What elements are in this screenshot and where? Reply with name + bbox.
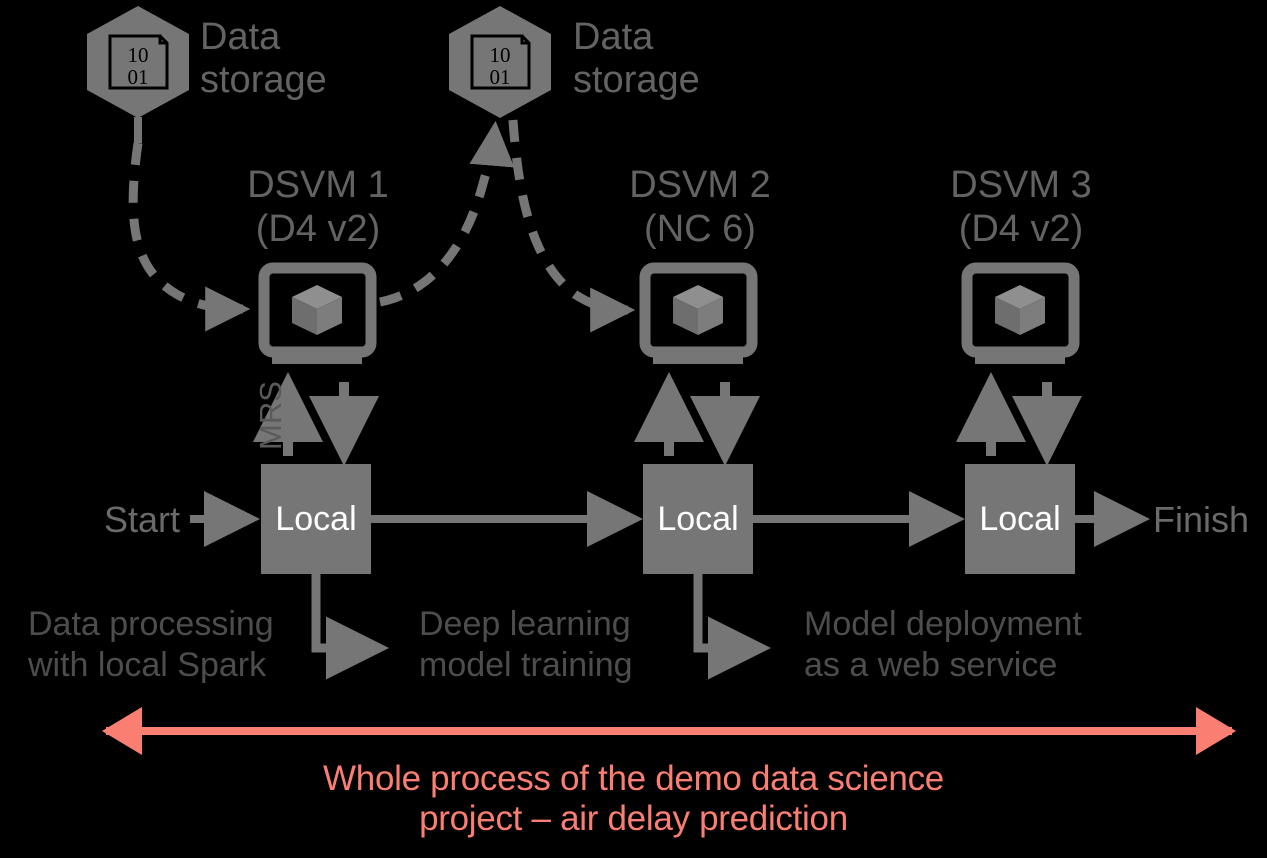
vm-local-arrows-3 — [956, 372, 1082, 466]
dsvm-2-name: DSVM 2 — [629, 164, 771, 206]
storage-label-1: Data storage — [200, 16, 327, 102]
vm-local-arrows-2 — [634, 372, 760, 466]
svg-text:01: 01 — [490, 65, 511, 89]
monitor-cube-icon-1 — [258, 262, 377, 364]
database-hexagon-icon-1: 10 01 — [87, 6, 189, 143]
local-box-1: Local — [261, 464, 371, 574]
mrs-edge-label: MRS — [253, 381, 288, 450]
monitor-cube-icon-2 — [639, 262, 758, 364]
finish-label: Finish — [1153, 499, 1250, 540]
phase-1-line1: Data processing — [28, 605, 274, 643]
phase-1-line2: with local Spark — [28, 646, 267, 684]
monitor-cube-icon-3 — [961, 262, 1080, 364]
phase-2-line1: Deep learning — [419, 605, 631, 643]
database-hexagon-icon-2: 10 01 — [449, 6, 551, 118]
local-box-2-label: Local — [657, 499, 739, 538]
scope-caption-line1: Whole process of the demo data science — [323, 759, 944, 798]
scope-caption-line2: project – air delay prediction — [419, 799, 848, 838]
diagram-canvas: 10 01 10 01 Data storage Data storage DS… — [0, 0, 1267, 858]
local-box-3-label: Local — [979, 499, 1061, 538]
phase-2-line2: model training — [419, 646, 633, 684]
local-box-2: Local — [643, 464, 753, 574]
dsvm-2-size: (NC 6) — [644, 208, 756, 250]
phase-3-line1: Model deployment — [804, 605, 1082, 643]
dashed-edge-storage1-to-dsvm1 — [128, 142, 251, 332]
dsvm-3-name: DSVM 3 — [950, 164, 1092, 206]
elbow-arrow-phase2-phase3 — [693, 573, 771, 680]
vm-local-arrows-1 — [253, 372, 379, 466]
start-label: Start — [104, 499, 181, 540]
svg-text:10: 10 — [128, 43, 149, 67]
dsvm-3-size: (D4 v2) — [958, 208, 1084, 250]
dsvm-1-name: DSVM 1 — [247, 164, 389, 206]
diagram-vector-layer: 10 01 10 01 — [87, 6, 1236, 755]
local-box-3: Local — [965, 464, 1075, 574]
dashed-edge-storage2-to-dsvm2 — [508, 119, 636, 333]
local-box-1-label: Local — [275, 499, 357, 538]
svg-text:01: 01 — [128, 65, 149, 89]
dsvm-1-size: (D4 v2) — [255, 208, 381, 250]
elbow-arrow-phase1-phase2 — [311, 573, 389, 680]
phase-3-line2: as a web service — [804, 646, 1058, 684]
svg-text:10: 10 — [490, 43, 511, 67]
storage-label-2: Data storage — [573, 16, 700, 102]
